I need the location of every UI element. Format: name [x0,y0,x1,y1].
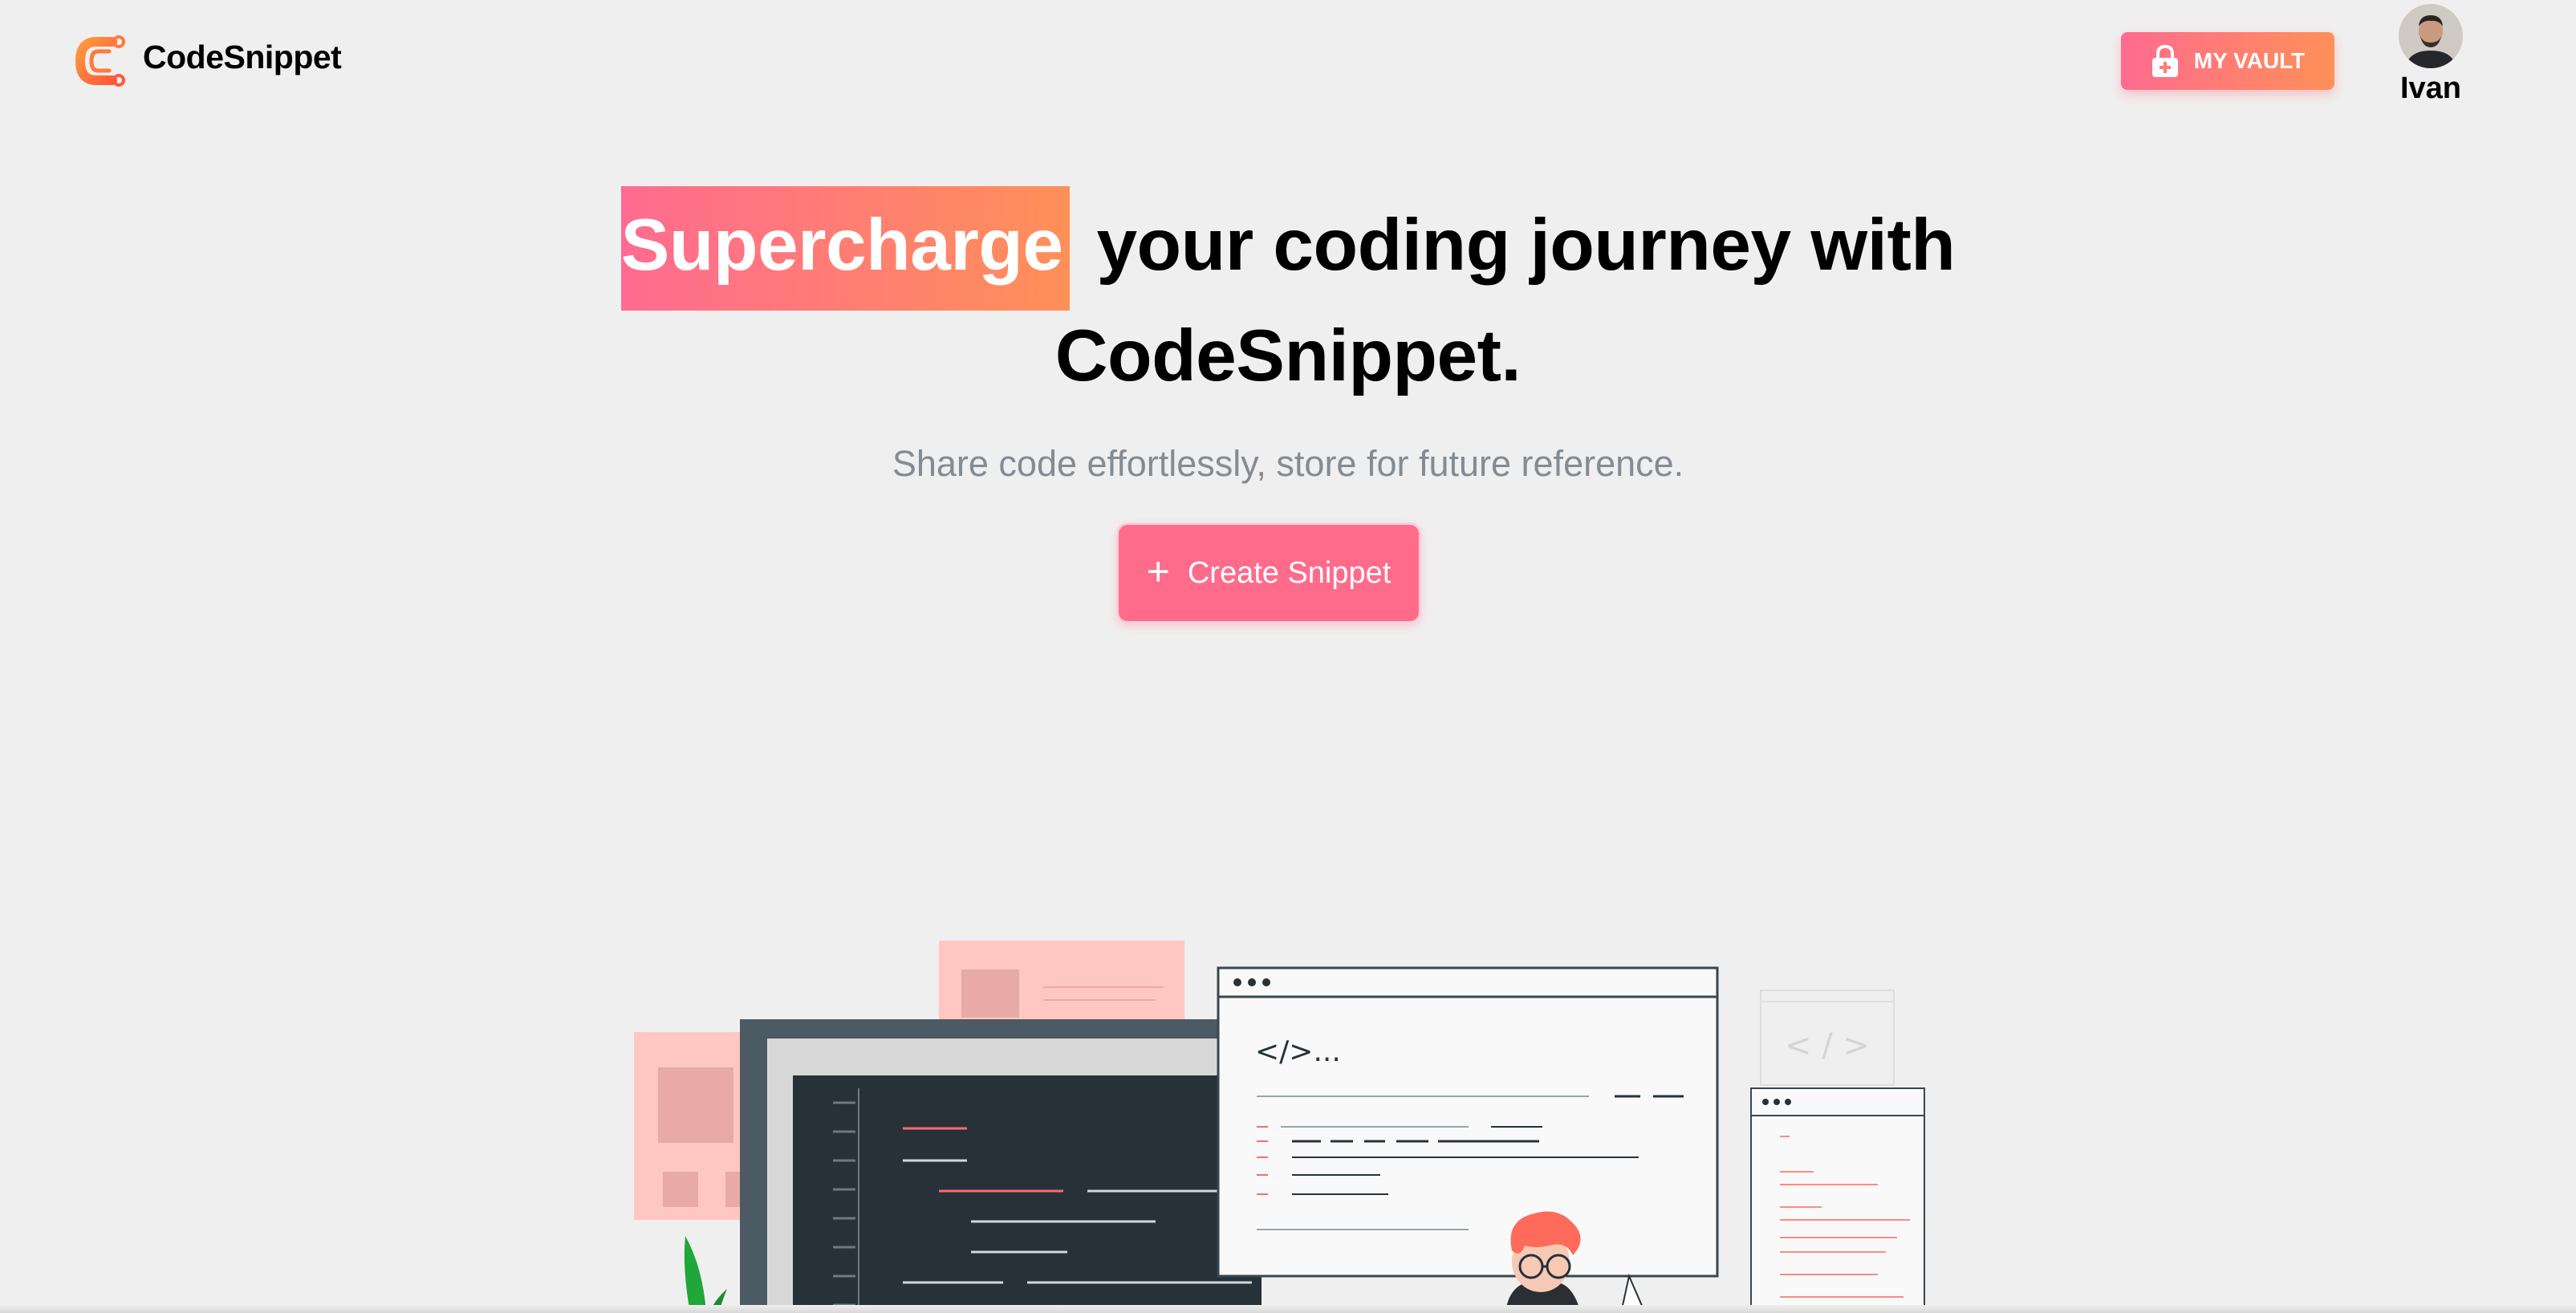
codesnippet-logo-icon[interactable] [74,30,130,91]
headline-highlight-word: Supercharge [620,205,1063,286]
user-avatar[interactable] [2399,4,2463,68]
brand-name[interactable]: CodeSnippet [143,39,342,76]
hero-subtitle: Share code effortlessly, store for futur… [892,443,1684,484]
headline-line-2: CodeSnippet. [1054,315,1522,396]
developer-illustration: </>... < / > [634,941,1925,1313]
my-vault-label: MY VAULT [2193,48,2306,73]
svg-text:< / >: < / > [1785,1027,1870,1064]
code-tag-text: </>... [1255,1035,1341,1068]
create-snippet-label: Create Snippet [1187,555,1392,590]
plus-icon: + [1146,549,1170,594]
avatar-photo [2399,4,2463,68]
headline-line-1: Supercharge your coding journey with [0,204,2576,287]
lock-plus-icon [2151,44,2178,77]
create-snippet-button[interactable]: + Create Snippet [1116,522,1421,624]
bottom-shadow [0,1305,2576,1313]
my-vault-button[interactable]: MY VAULT [2121,32,2334,90]
user-name[interactable]: Ivan [2399,71,2463,106]
headline-rest: your coding journey with [1096,205,1956,286]
